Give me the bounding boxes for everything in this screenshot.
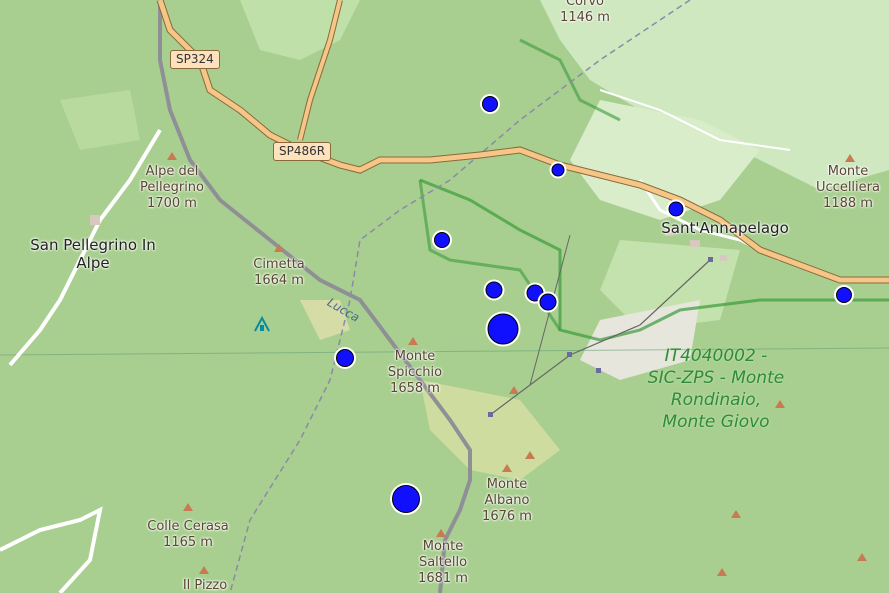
peak-label-monte-spicchio: Monte Spicchio 1658 m	[385, 349, 445, 397]
peak-name: Colle Cerasa	[147, 519, 229, 534]
peak-elevation: 1676 m	[482, 509, 532, 524]
peak-label-cimetta: Cimetta 1664 m	[253, 257, 305, 289]
peak-elevation: 1681 m	[418, 571, 468, 586]
map-marker[interactable]	[336, 349, 354, 367]
peak-name: Monte Spicchio	[387, 349, 443, 380]
peak-label-colle-cerasa: Colle Cerasa 1165 m	[147, 519, 229, 551]
peak-marker	[731, 510, 741, 518]
peak-name: Monte Saltello	[418, 539, 468, 570]
peak-name: Monte Albano	[484, 477, 530, 508]
peak-label-alpe-del-pellegrino: Alpe del Pellegrino 1700 m	[132, 164, 212, 212]
peak-marker	[525, 451, 535, 459]
peak-name: Cimetta	[253, 257, 305, 272]
peak-elevation: 1658 m	[390, 381, 440, 396]
road-shield-sp324: SP324	[170, 50, 220, 69]
peak-label-corvo: Corvo 1146 m	[560, 0, 610, 26]
peak-marker	[717, 568, 727, 576]
map-marker[interactable]	[487, 313, 519, 345]
peak-elevation: 1165 m	[163, 535, 213, 550]
peak-elevation: 1664 m	[254, 273, 304, 288]
map-canvas[interactable]: SP324 SP486R San Pellegrino In Alpe Sant…	[0, 0, 889, 593]
peak-marker	[199, 566, 209, 574]
peak-elevation: 1188 m	[823, 196, 873, 211]
map-marker[interactable]	[392, 485, 420, 513]
peak-marker	[274, 244, 284, 252]
peak-label-il-pizzo: Il Pizzo	[183, 578, 227, 593]
map-marker[interactable]	[539, 293, 557, 311]
place-label-san-pellegrino: San Pellegrino In Alpe	[30, 236, 156, 272]
peak-name: Corvo	[565, 0, 605, 9]
peak-elevation: 1700 m	[147, 196, 197, 211]
map-marker[interactable]	[836, 287, 852, 303]
map-marker[interactable]	[485, 281, 503, 299]
peak-marker	[408, 337, 418, 345]
peak-label-monte-uccelliera: Monte Uccelliera 1188 m	[808, 164, 888, 212]
peak-label-monte-saltello: Monte Saltello 1681 m	[413, 539, 473, 587]
place-label-sant-annapelago: Sant'Annapelago	[661, 219, 789, 237]
peak-marker	[845, 154, 855, 162]
map-marker[interactable]	[668, 201, 684, 217]
peak-marker	[502, 464, 512, 472]
protected-area-label: IT4040002 - SIC-ZPS - Monte Rondinaio, M…	[647, 346, 785, 432]
map-marker[interactable]	[551, 163, 565, 177]
peak-name: Il Pizzo	[182, 578, 228, 593]
peak-marker	[509, 386, 519, 394]
shelter-icon[interactable]	[253, 315, 271, 333]
map-marker[interactable]	[434, 232, 450, 248]
peak-name: Alpe del Pellegrino	[140, 164, 204, 195]
peak-marker	[167, 152, 177, 160]
peak-elevation: 1146 m	[560, 10, 610, 25]
peak-label-monte-albano: Monte Albano 1676 m	[477, 477, 537, 525]
peak-marker	[183, 503, 193, 511]
road-shield-sp486r: SP486R	[273, 142, 332, 161]
map-marker[interactable]	[482, 96, 498, 112]
peak-marker	[857, 553, 867, 561]
peak-name: Monte Uccelliera	[816, 164, 880, 195]
map-base-layer	[0, 0, 889, 593]
peak-marker	[436, 529, 446, 537]
